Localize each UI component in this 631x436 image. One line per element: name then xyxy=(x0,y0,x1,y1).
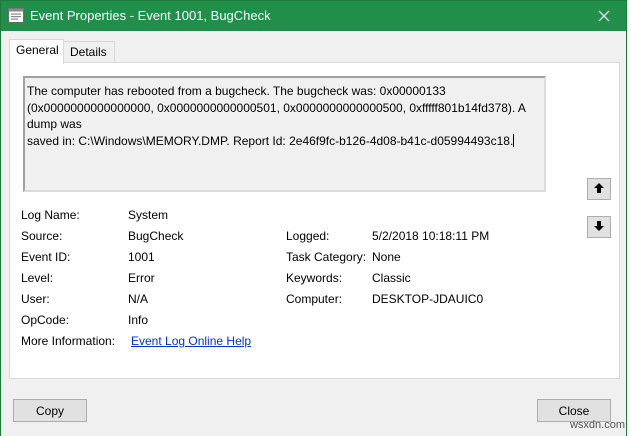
opcode-label: OpCode: xyxy=(21,313,70,327)
computer-value: DESKTOP-JDAUIC0 xyxy=(372,292,484,306)
event-properties-window: Event Properties - Event 1001, BugCheck … xyxy=(0,0,627,436)
logged-value: 5/2/2018 10:18:11 PM xyxy=(372,229,490,243)
text-caret xyxy=(513,133,515,147)
general-panel: The computer has rebooted from a bugchec… xyxy=(9,62,620,379)
event-description-box[interactable]: The computer has rebooted from a bugchec… xyxy=(23,76,546,192)
level-value: Error xyxy=(128,271,155,285)
description-line-3-text: saved in: C:\Windows\MEMORY.DMP. Report … xyxy=(27,133,514,148)
watermark-text: wsxdn.com xyxy=(569,419,625,431)
close-icon[interactable] xyxy=(582,1,626,31)
logged-label: Logged: xyxy=(286,229,330,243)
user-value: N/A xyxy=(128,292,149,306)
task-category-value: None xyxy=(372,250,401,264)
event-log-online-help-link[interactable]: Event Log Online Help xyxy=(131,334,251,348)
log-name-label: Log Name: xyxy=(21,208,80,222)
window-title: Event Properties - Event 1001, BugCheck xyxy=(30,8,271,23)
arrow-up-icon xyxy=(593,182,605,197)
description-line-3: saved in: C:\Windows\MEMORY.DMP. Report … xyxy=(27,133,542,150)
opcode-value: Info xyxy=(128,313,149,327)
keywords-label: Keywords: xyxy=(286,271,343,285)
tab-general[interactable]: General xyxy=(9,39,64,64)
title-bar[interactable]: Event Properties - Event 1001, BugCheck xyxy=(1,1,626,31)
event-viewer-icon xyxy=(8,8,24,23)
user-label: User: xyxy=(21,292,50,306)
previous-event-button[interactable] xyxy=(587,178,611,200)
event-id-label: Event ID: xyxy=(21,250,71,264)
level-label: Level: xyxy=(21,271,54,285)
source-value: BugCheck xyxy=(128,229,184,243)
more-information-label: More Information: xyxy=(21,334,116,348)
copy-button[interactable]: Copy xyxy=(13,399,87,422)
next-event-button[interactable] xyxy=(587,216,611,238)
description-line-1: The computer has rebooted from a bugchec… xyxy=(27,84,446,98)
source-label: Source: xyxy=(21,229,63,243)
description-line-2: (0x0000000000000000, 0x0000000000000501,… xyxy=(27,100,526,132)
arrow-down-icon xyxy=(593,220,605,235)
event-id-value: 1001 xyxy=(128,250,155,264)
keywords-value: Classic xyxy=(372,271,411,285)
tab-details[interactable]: Details xyxy=(63,41,115,63)
computer-label: Computer: xyxy=(286,292,343,306)
log-name-value: System xyxy=(128,208,169,222)
task-category-label: Task Category: xyxy=(286,250,367,264)
